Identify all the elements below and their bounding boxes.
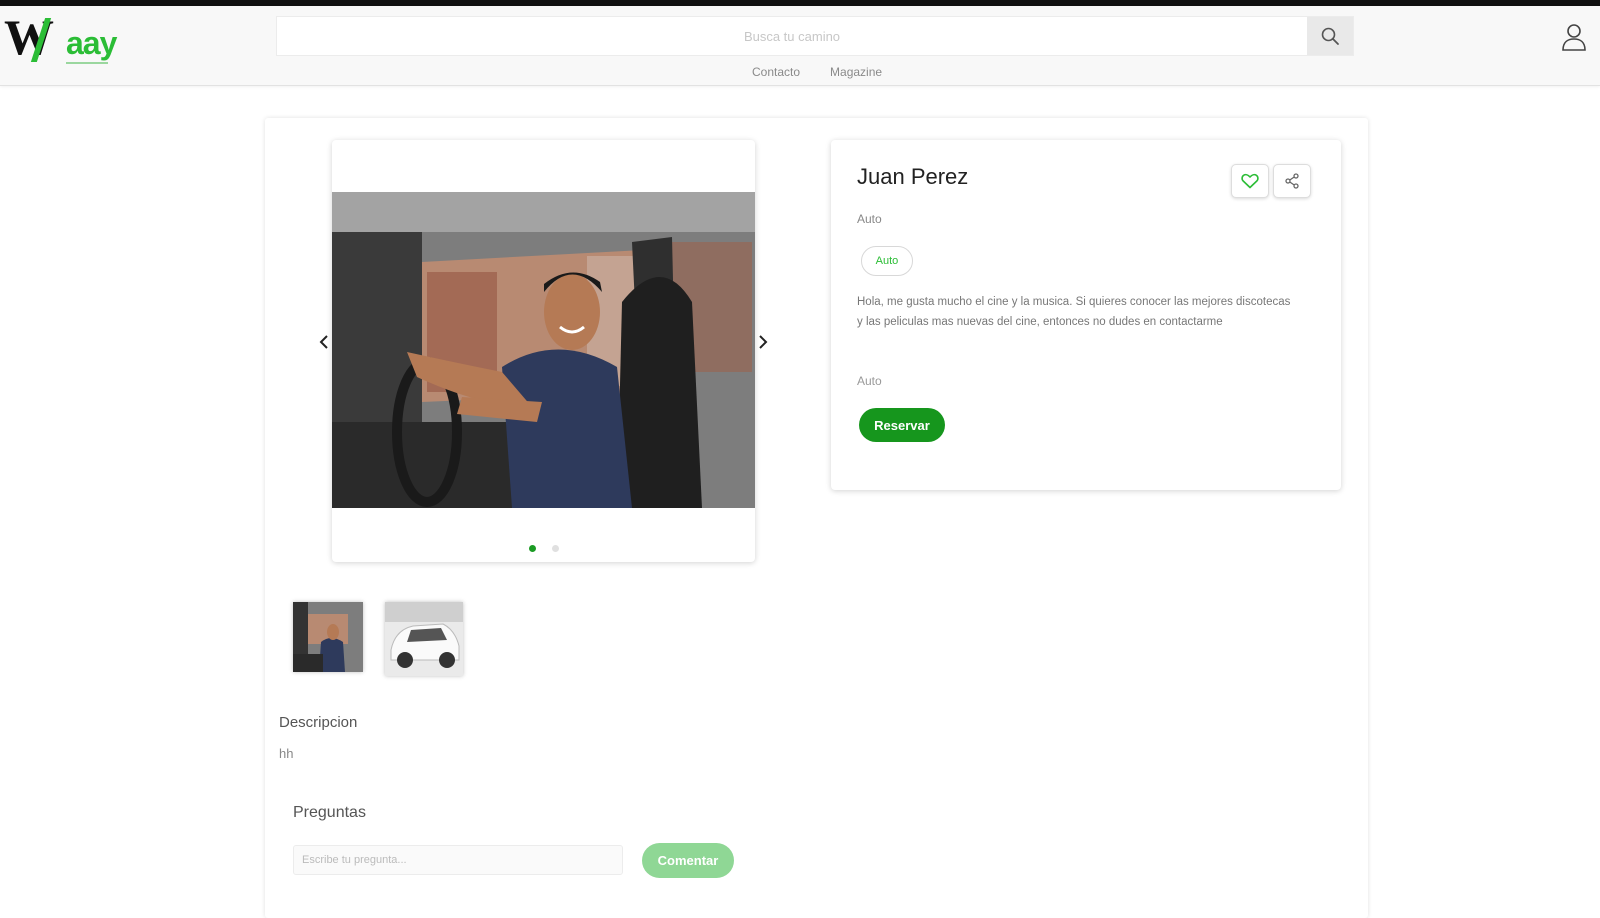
logo-aay: aay	[66, 25, 117, 61]
header: W aay Contacto Magazine	[0, 6, 1600, 86]
heart-icon	[1241, 173, 1259, 189]
chevron-right-icon	[759, 335, 768, 349]
profile-card: Juan Perez Auto Auto Hola, me gusta much…	[831, 140, 1341, 490]
listing-card: Descripcion hh Preguntas Comentar Juan P…	[265, 118, 1368, 918]
user-icon	[1562, 24, 1586, 51]
nav-magazine[interactable]: Magazine	[830, 62, 882, 82]
carousel-dots	[332, 545, 755, 552]
thumbnail-strip	[293, 602, 463, 676]
user-account-button[interactable]	[1560, 22, 1588, 52]
nav-contacto[interactable]: Contacto	[752, 62, 800, 82]
thumbnail-car-image	[385, 602, 463, 676]
carousel-prev-button[interactable]	[316, 330, 332, 354]
share-icon	[1285, 173, 1299, 189]
carousel-next-button[interactable]	[755, 330, 771, 354]
thumbnail-driver[interactable]	[293, 602, 363, 672]
carousel-dot-2[interactable]	[551, 545, 559, 552]
comment-button[interactable]: Comentar	[642, 843, 734, 878]
driver-photo	[332, 192, 755, 508]
favorite-button[interactable]	[1231, 164, 1269, 198]
profile-category: Auto	[857, 374, 882, 388]
search-button[interactable]	[1307, 17, 1353, 55]
profile-bio: Hola, me gusta mucho el cine y la musica…	[857, 296, 1291, 328]
profile-subtitle: Auto	[857, 212, 882, 226]
profile-name: Juan Perez	[857, 164, 969, 189]
thumbnail-car[interactable]	[385, 602, 463, 676]
carousel-dot-1[interactable]	[528, 545, 536, 552]
questions-title: Preguntas	[293, 804, 366, 821]
description-title: Descripcion	[279, 714, 358, 731]
question-input[interactable]	[293, 845, 623, 875]
carousel-photo[interactable]	[332, 192, 755, 508]
reserve-button[interactable]: Reservar	[859, 408, 945, 442]
search-input[interactable]	[277, 17, 1307, 55]
share-button[interactable]	[1273, 164, 1311, 198]
search-icon	[1321, 27, 1339, 45]
chevron-left-icon	[319, 335, 328, 349]
image-carousel	[319, 140, 768, 562]
category-chip[interactable]: Auto	[861, 246, 913, 276]
search-bar	[276, 16, 1354, 56]
thumbnail-driver-image	[293, 602, 363, 672]
nav-bar: Contacto Magazine	[0, 62, 1600, 82]
description-text: hh	[279, 746, 294, 761]
